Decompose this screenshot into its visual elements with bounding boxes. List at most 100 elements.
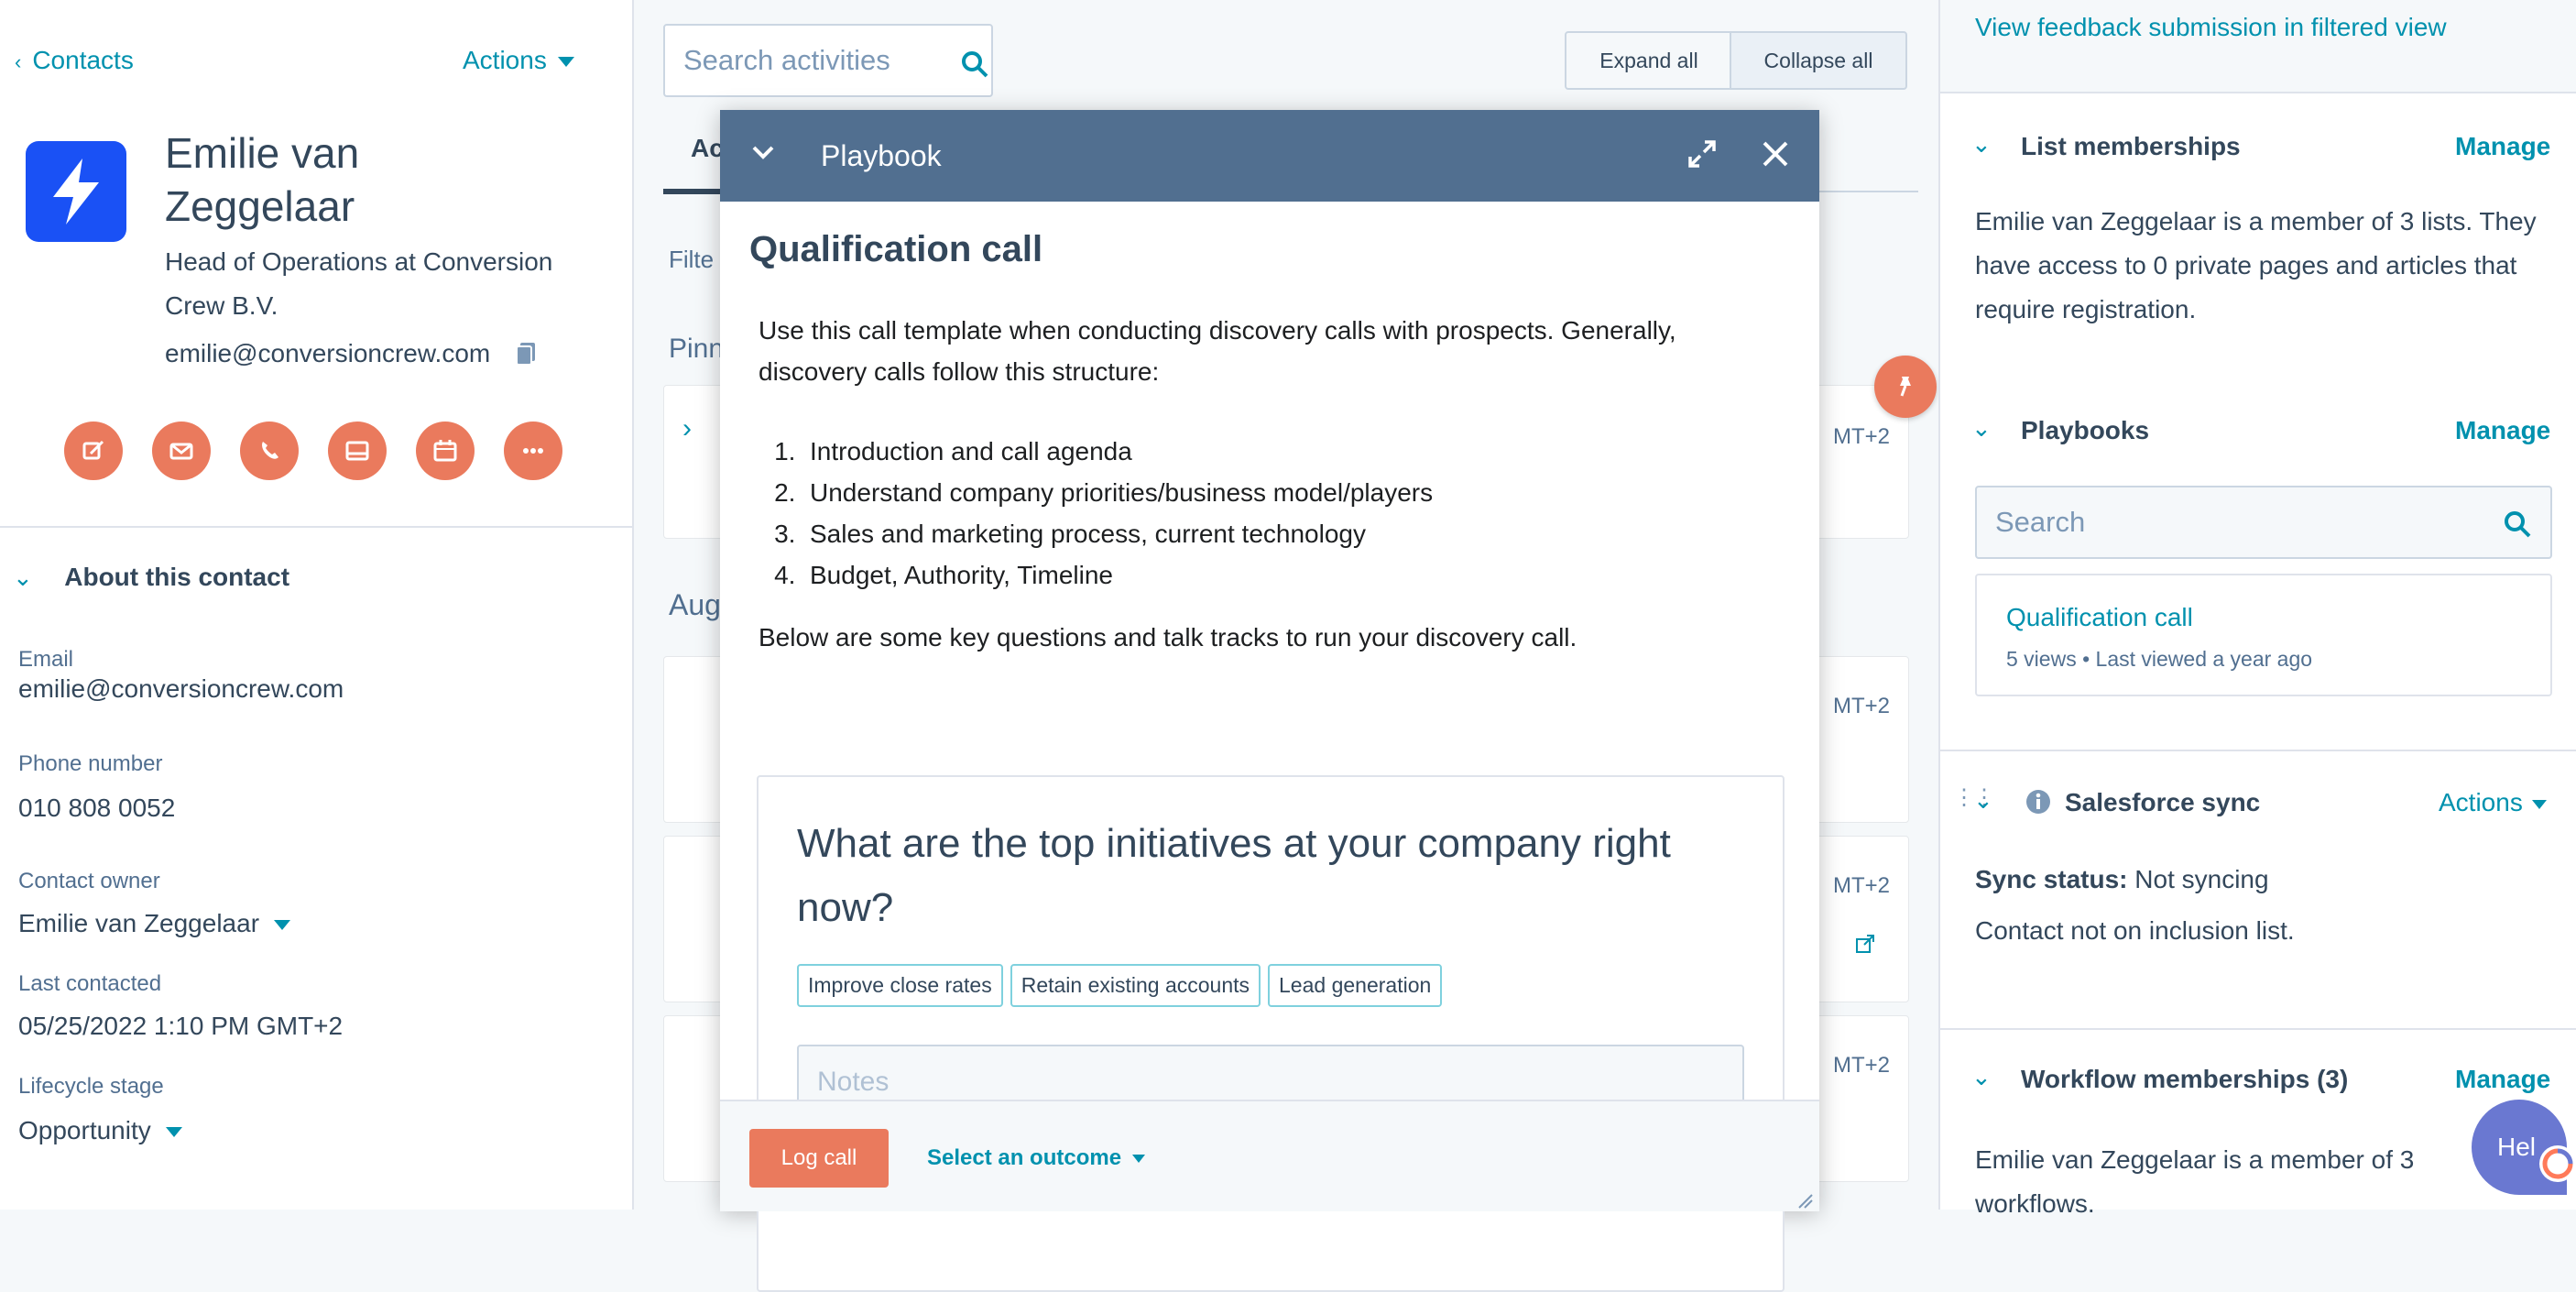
last-contacted-value: 05/25/2022 1:10 PM GMT+2	[18, 1012, 344, 1040]
company-logo	[26, 141, 126, 242]
playbook-intro: Use this call template when conducting d…	[759, 316, 1676, 386]
contact-job-title: Head of Operations at Conversion Crew B.…	[165, 247, 553, 320]
close-icon[interactable]	[1761, 139, 1790, 169]
list-item: 1. Introduction and call agenda	[774, 437, 1132, 465]
chevron-down-icon[interactable]: ⌄	[1971, 414, 1992, 443]
field-label: Last contacted	[18, 971, 162, 996]
sync-note: Contact not on inclusion list.	[1975, 916, 2295, 945]
playbook-modal: Playbook Qualification call Use this cal…	[720, 110, 1819, 1292]
contact-actions-dropdown[interactable]: Actions	[463, 46, 574, 75]
answer-tag[interactable]: Retain existing accounts	[1010, 964, 1261, 1007]
answer-tag[interactable]: Improve close rates	[797, 964, 1003, 1007]
list-memberships-text: Emilie van Zeggelaar is a member of 3 li…	[1975, 207, 2537, 323]
resize-handle-icon[interactable]	[1797, 1193, 1814, 1210]
field-label: Phone number	[18, 751, 163, 776]
email-value[interactable]: emilie@conversioncrew.com	[18, 674, 344, 704]
search-icon[interactable]	[960, 49, 989, 79]
caret-down-icon	[165, 1127, 182, 1138]
select-outcome-dropdown[interactable]: Select an outcome	[927, 1145, 1146, 1171]
playbook-outro: Below are some key questions and talk tr…	[759, 623, 1577, 651]
chevron-left-icon: ‹	[15, 50, 22, 73]
field-label: Lifecycle stage	[18, 1074, 164, 1099]
answer-tag[interactable]: Lead generation	[1268, 964, 1443, 1007]
salesforce-actions-dropdown[interactable]: Actions	[2439, 788, 2547, 817]
salesforce-sync-card: ⋮⋮ ⌄ Salesforce sync Actions Sync status…	[1940, 751, 2576, 1030]
envelope-icon	[169, 443, 193, 460]
playbook-item-title[interactable]: Qualification call	[2006, 603, 2193, 632]
playbook-modal-header: Playbook	[720, 110, 1819, 202]
collapse-all-button[interactable]: Collapse all	[1730, 31, 1907, 90]
meeting-button[interactable]	[416, 422, 475, 480]
pin-button[interactable]	[1874, 356, 1937, 418]
call-button[interactable]	[240, 422, 299, 480]
sync-status: Sync status: Not syncing	[1975, 865, 2269, 893]
activity-timestamp: MT+2	[1832, 424, 1890, 449]
playbook-item-meta: 5 views • Last viewed a year ago	[2006, 647, 2313, 671]
expand-all-button[interactable]: Expand all	[1565, 31, 1733, 90]
caret-down-icon	[274, 920, 291, 931]
right-sidebar: View feedback submission in filtered vie…	[1938, 0, 2576, 1218]
more-actions-button[interactable]	[504, 422, 562, 480]
log-activity-button[interactable]	[328, 422, 387, 480]
manage-lists-link[interactable]: Manage	[2455, 132, 2550, 161]
caret-down-icon	[557, 57, 574, 68]
field-label: Email	[18, 647, 74, 672]
email-button[interactable]	[152, 422, 211, 480]
chevron-down-icon[interactable]: ⌄	[1973, 786, 1993, 815]
modal-title: Playbook	[821, 139, 942, 172]
back-to-contacts-link[interactable]: ‹ Contacts	[15, 46, 134, 75]
chevron-down-icon[interactable]	[751, 145, 775, 161]
playbooks-card: ⌄ Playbooks Manage Search Qualification …	[1940, 374, 2576, 751]
list-memberships-card: ⌄ List memberships Manage Emilie van Zeg…	[1940, 92, 2576, 376]
playbook-steps-list: 1. Introduction and call agenda 2. Under…	[759, 431, 1433, 596]
chevron-down-icon[interactable]: ⌄	[1971, 1063, 1992, 1091]
caret-down-icon	[1132, 1155, 1146, 1164]
question-text: What are the top initiatives at your com…	[797, 821, 1671, 930]
feedback-link[interactable]: View feedback submission in filtered vie…	[1975, 13, 2447, 42]
activities-search-input[interactable]: Search activities	[663, 24, 993, 97]
filter-label[interactable]: Filte	[669, 246, 714, 274]
edit-note-icon	[82, 440, 104, 460]
list-item: 4. Budget, Authority, Timeline	[774, 561, 1113, 589]
about-section-toggle[interactable]: ⌄ About this contact	[13, 563, 289, 592]
field-label: Contact owner	[18, 869, 160, 893]
activity-timestamp: MT+2	[1832, 1053, 1890, 1078]
answer-tags: Improve close rates Retain existing accou…	[797, 964, 1449, 1007]
note-button[interactable]	[64, 422, 123, 480]
assistant-icon[interactable]	[2538, 1144, 2576, 1184]
manage-workflows-link[interactable]: Manage	[2455, 1065, 2550, 1094]
search-icon[interactable]	[2503, 509, 2532, 539]
activity-timestamp: MT+2	[1832, 873, 1890, 898]
tab-activity[interactable]: Ac	[691, 134, 724, 163]
list-item: 2. Understand company priorities/busines…	[774, 478, 1434, 507]
pin-icon	[1900, 377, 1911, 397]
month-heading: Aug	[669, 588, 721, 621]
contact-sidebar: ‹ Contacts Actions Emilie van Zeggelaar H…	[0, 0, 634, 1210]
workflow-memberships-text: Emilie van Zeggelaar is a member of 3 wo…	[1975, 1145, 2415, 1218]
contact-name: Emilie van Zeggelaar	[165, 129, 360, 230]
divider	[0, 526, 632, 528]
question-card: What are the top initiatives at your com…	[757, 775, 1785, 1292]
activity-timestamp: MT+2	[1832, 694, 1890, 718]
lifecycle-stage-select[interactable]: Opportunity	[18, 1116, 182, 1145]
playbook-heading: Qualification call	[749, 229, 1043, 269]
window-icon	[345, 441, 369, 461]
pinned-heading: Pinn	[669, 334, 725, 364]
log-call-button[interactable]: Log call	[749, 1129, 889, 1188]
external-link-icon[interactable]	[1855, 934, 1875, 954]
caret-down-icon	[2531, 799, 2547, 809]
playbook-list-item[interactable]: Qualification call 5 views • Last viewed…	[1975, 574, 2552, 696]
expand-icon[interactable]	[1687, 139, 1717, 169]
info-icon[interactable]	[2025, 788, 2052, 816]
phone-value[interactable]: 010 808 0052	[18, 794, 175, 823]
contact-email-header: emilie@conversioncrew.com	[165, 339, 491, 367]
contact-owner-select[interactable]: Emilie van Zeggelaar	[18, 909, 291, 938]
chevron-right-icon[interactable]: ›	[682, 413, 692, 444]
copy-icon[interactable]	[515, 341, 537, 371]
playbooks-search-input[interactable]: Search	[1975, 486, 2552, 559]
ellipsis-icon	[523, 448, 543, 454]
manage-playbooks-link[interactable]: Manage	[2455, 416, 2550, 445]
calendar-icon	[433, 440, 457, 462]
playbook-footer: Log call Select an outcome	[720, 1100, 1819, 1211]
chevron-down-icon[interactable]: ⌄	[1971, 130, 1992, 159]
